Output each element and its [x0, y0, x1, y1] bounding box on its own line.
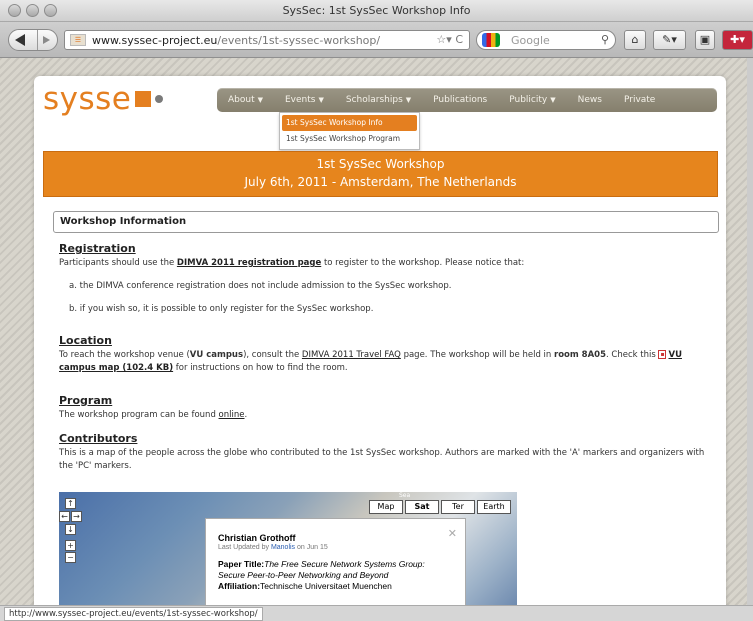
- registration-text: Participants should use the DIMVA 2011 r…: [59, 258, 525, 268]
- pan-down-icon[interactable]: ↓: [65, 524, 76, 535]
- site-favicon-icon: ☰: [70, 34, 86, 46]
- location-heading: Location: [59, 334, 112, 347]
- location-section: Location To reach the workshop venue (VU…: [59, 334, 719, 375]
- program-online-link[interactable]: online: [219, 410, 245, 420]
- caret-down-icon: ▼: [405, 96, 412, 104]
- program-text: The workshop program can be found online…: [59, 410, 248, 420]
- banner-title: 1st SysSec Workshop: [316, 157, 445, 171]
- map-sea-label: Sea: [399, 492, 411, 499]
- list-item: b. if you wish so, it is possible to onl…: [69, 304, 374, 314]
- reload-icon: C: [455, 33, 463, 46]
- pdf-icon: ▪: [658, 350, 667, 359]
- menu-news[interactable]: News: [567, 95, 613, 105]
- status-bar: http://www.syssec-project.eu/events/1st-…: [0, 605, 753, 621]
- contributor-name: Christian Grothoff: [218, 533, 296, 543]
- pan-up-icon[interactable]: ↑: [65, 498, 76, 509]
- syssec-logo[interactable]: sysse: [43, 84, 164, 115]
- contributors-section: Contributors This is a map of the people…: [59, 432, 719, 473]
- zoom-out-icon[interactable]: −: [65, 552, 76, 563]
- dimva-registration-link[interactable]: DIMVA 2011 registration page: [177, 258, 321, 268]
- map-info-popup: ✕ Christian Grothoff Last Updated by Man…: [205, 518, 466, 605]
- pan-right-icon[interactable]: →: [71, 511, 82, 522]
- page-banner: 1st SysSec Workshop July 6th, 2011 - Ams…: [43, 151, 718, 197]
- url-bar[interactable]: ☰ www.syssec-project.eu/events/1st-sysse…: [64, 30, 470, 50]
- nav-buttons: [8, 29, 58, 51]
- pan-left-icon[interactable]: ←: [59, 511, 70, 522]
- popup-affiliation: Affiliation:Technische Universitaet Muen…: [218, 581, 392, 591]
- caret-down-icon: ▼: [550, 96, 556, 104]
- home-icon[interactable]: ⌂: [624, 30, 646, 50]
- contributors-heading: Contributors: [59, 432, 138, 445]
- events-dropdown: 1st SysSec Workshop Info 1st SysSec Work…: [279, 112, 420, 150]
- page-scrollbar[interactable]: [747, 58, 753, 605]
- menu-private[interactable]: Private: [613, 95, 666, 105]
- banner-subtitle: July 6th, 2011 - Amsterdam, The Netherla…: [244, 175, 517, 189]
- dropdown-item-workshop-info[interactable]: 1st SysSec Workshop Info: [282, 115, 417, 131]
- travel-faq-link[interactable]: DIMVA 2011 Travel FAQ: [302, 350, 401, 360]
- program-heading: Program: [59, 394, 113, 407]
- contributors-map[interactable]: ↑ ← → ↓ + − Sea Map Sat Ter Earth ✕ Chri…: [59, 492, 517, 605]
- updater-link[interactable]: Manolis: [271, 544, 295, 551]
- zoom-in-icon[interactable]: +: [65, 540, 76, 551]
- registration-heading: Registration: [59, 242, 136, 255]
- section-header: Workshop Information: [53, 211, 719, 233]
- main-menu: About ▼ Events ▼ Scholarships ▼ Publication…: [217, 88, 717, 112]
- addon-menu-icon[interactable]: ✚▾: [722, 30, 753, 50]
- status-url: http://www.syssec-project.eu/events/1st-…: [4, 607, 263, 621]
- menu-about[interactable]: About ▼: [217, 95, 274, 105]
- search-icon[interactable]: ⚲: [601, 33, 609, 46]
- extension-menu-button[interactable]: ✎▾: [653, 30, 686, 50]
- screen-share-icon[interactable]: ▣: [695, 30, 715, 50]
- bookmark-star-icon[interactable]: ☆▾ C: [436, 33, 463, 46]
- menu-scholarships[interactable]: Scholarships ▼: [335, 95, 422, 105]
- popup-paper: Paper Title:The Free Secure Network Syst…: [218, 559, 425, 580]
- map-type-earth[interactable]: Earth: [477, 500, 511, 514]
- map-type-ter[interactable]: Ter: [441, 500, 475, 514]
- menu-publicity[interactable]: Publicity ▼: [498, 95, 566, 105]
- web-page: sysse About ▼ Events ▼ Scholarships ▼ Publi…: [0, 58, 753, 605]
- map-type-map[interactable]: Map: [369, 500, 403, 514]
- program-section: Program The workshop program can be foun…: [59, 394, 719, 422]
- window-title: SysSec: 1st SysSec Workshop Info: [282, 4, 471, 17]
- popup-updated: Last Updated by Manolis on Jun 15: [218, 544, 328, 551]
- menu-events[interactable]: Events ▼: [274, 95, 335, 105]
- window-titlebar: SysSec: 1st SysSec Workshop Info: [0, 0, 753, 22]
- caret-down-icon: ▼: [257, 96, 263, 104]
- menu-publications[interactable]: Publications: [422, 95, 498, 105]
- back-arrow-icon[interactable]: [15, 34, 25, 46]
- list-item: a. the DIMVA conference registration doe…: [69, 281, 452, 291]
- content-card: sysse About ▼ Events ▼ Scholarships ▼ Publi…: [34, 76, 726, 605]
- map-type-sat[interactable]: Sat: [405, 500, 439, 514]
- search-bar[interactable]: Google ⚲: [476, 30, 616, 50]
- close-icon[interactable]: ✕: [448, 527, 457, 540]
- browser-toolbar: ☰ www.syssec-project.eu/events/1st-sysse…: [0, 22, 753, 58]
- search-input[interactable]: Google: [511, 34, 550, 47]
- registration-section: Registration Participants should use the…: [59, 242, 719, 316]
- dropdown-item-workshop-program[interactable]: 1st SysSec Workshop Program: [282, 131, 417, 147]
- google-engine-icon[interactable]: [482, 33, 500, 47]
- caret-down-icon: ▼: [318, 96, 324, 104]
- forward-arrow-icon[interactable]: [43, 36, 50, 44]
- url-text[interactable]: www.syssec-project.eu/events/1st-syssec-…: [92, 34, 380, 47]
- location-text: To reach the workshop venue (VU campus),…: [59, 350, 682, 373]
- contributors-text: This is a map of the people across the g…: [59, 448, 705, 471]
